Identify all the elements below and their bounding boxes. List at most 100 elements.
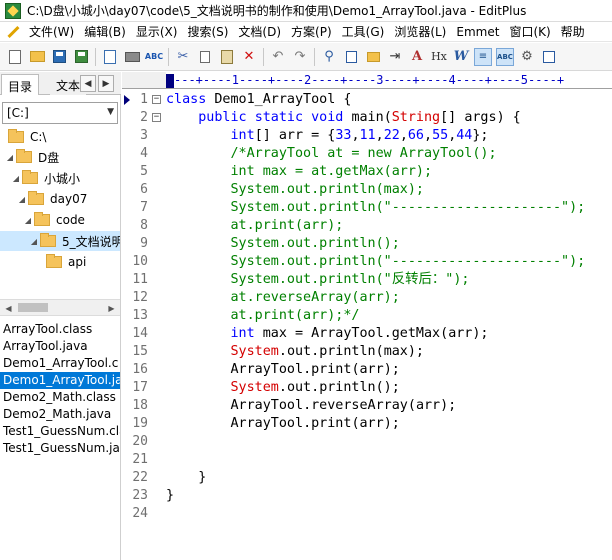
code-line[interactable]: 21 bbox=[122, 451, 612, 469]
code-line[interactable]: 20 bbox=[122, 433, 612, 451]
file-item[interactable]: Test1_GuessNum.cla bbox=[0, 423, 120, 440]
print-preview-icon[interactable] bbox=[101, 48, 119, 66]
tree-node-label: 小城小 bbox=[44, 171, 81, 186]
goto-icon[interactable]: ⇥ bbox=[386, 48, 404, 66]
tree-node-code[interactable]: ◢ code bbox=[22, 210, 85, 230]
fold-toggle-icon[interactable]: − bbox=[152, 95, 161, 104]
tab-scroll-left-icon[interactable]: ◀ bbox=[80, 75, 96, 92]
file-item[interactable]: ArrayTool.class bbox=[0, 321, 120, 338]
code-line[interactable]: 16 ArrayTool.print(arr); bbox=[122, 361, 612, 379]
toolbar-divider bbox=[314, 47, 315, 66]
menu-tools[interactable]: 工具(G) bbox=[337, 23, 390, 40]
file-item[interactable]: Demo2_Math.class bbox=[0, 389, 120, 406]
code-line[interactable]: 12 at.reverseArray(arr); bbox=[122, 289, 612, 307]
code-line[interactable]: 3 int[] arr = {33,11,22,66,55,44}; bbox=[122, 127, 612, 145]
tree-node-api[interactable]: api bbox=[46, 252, 86, 272]
collapse-arrow-icon[interactable]: ◢ bbox=[10, 174, 22, 183]
replace-icon[interactable] bbox=[342, 48, 360, 66]
code-editor[interactable]: ---+----1----+----2----+----3----+----4-… bbox=[122, 72, 612, 560]
scroll-left-icon[interactable]: ◀ bbox=[0, 300, 17, 316]
file-item[interactable]: Test1_GuessNum.ja bbox=[0, 440, 120, 457]
settings-icon[interactable]: ⚙ bbox=[518, 48, 536, 66]
code-area[interactable]: 1− class Demo1_ArrayTool {2− public stati… bbox=[122, 91, 612, 523]
menu-document[interactable]: 文档(D) bbox=[233, 23, 286, 40]
file-item[interactable]: Demo2_Math.java bbox=[0, 406, 120, 423]
font-icon[interactable]: A bbox=[408, 48, 426, 66]
drive-select[interactable]: [C:] ▼ bbox=[2, 102, 118, 124]
tree-node-xiaochengxiao[interactable]: ◢ 小城小 bbox=[10, 168, 80, 188]
tree-node-d[interactable]: ◢ D盘 bbox=[4, 147, 59, 167]
tree-horizontal-scrollbar[interactable]: ◀ ▶ bbox=[0, 299, 120, 316]
menu-file[interactable]: 文件(W) bbox=[24, 23, 79, 40]
tree-node-label: api bbox=[68, 255, 87, 269]
tab-directory[interactable]: 目录 bbox=[1, 74, 40, 95]
hex-icon[interactable]: Hx bbox=[430, 48, 448, 66]
code-line[interactable]: 18 ArrayTool.reverseArray(arr); bbox=[122, 397, 612, 415]
tree-node-day07[interactable]: ◢ day07 bbox=[16, 189, 87, 209]
save-all-icon[interactable] bbox=[72, 48, 90, 66]
copy-icon[interactable] bbox=[196, 48, 214, 66]
code-line[interactable]: 9 System.out.println(); bbox=[122, 235, 612, 253]
code-line[interactable]: 22 } bbox=[122, 469, 612, 487]
scroll-right-icon[interactable]: ▶ bbox=[103, 300, 120, 316]
code-line[interactable]: 11 System.out.println("反转后："); bbox=[122, 271, 612, 289]
cut-icon[interactable]: ✂ bbox=[174, 48, 192, 66]
new-file-icon[interactable] bbox=[6, 48, 24, 66]
code-text: ArrayTool.print(arr); bbox=[230, 362, 400, 377]
code-line[interactable]: 4 /*ArrayTool at = new ArrayTool(); bbox=[122, 145, 612, 163]
indent-icon[interactable]: ≡ bbox=[474, 47, 492, 66]
code-line[interactable]: 1− class Demo1_ArrayTool { bbox=[122, 91, 612, 109]
menu-window[interactable]: 窗口(K) bbox=[504, 23, 555, 40]
code-line[interactable]: 14 int max = ArrayTool.getMax(arr); bbox=[122, 325, 612, 343]
code-line[interactable]: 6 System.out.println(max); bbox=[122, 181, 612, 199]
menu-help[interactable]: 帮助 bbox=[556, 23, 590, 40]
file-item[interactable]: Demo1_ArrayTool.c bbox=[0, 355, 120, 372]
save-icon[interactable] bbox=[50, 48, 68, 66]
code-line[interactable]: 8 at.print(arr); bbox=[122, 217, 612, 235]
code-line[interactable]: 13 at.print(arr);*/ bbox=[122, 307, 612, 325]
code-line[interactable]: 7 System.out.println("------------------… bbox=[122, 199, 612, 217]
menu-edit[interactable]: 编辑(B) bbox=[79, 23, 131, 40]
collapse-arrow-icon[interactable]: ◢ bbox=[28, 237, 40, 246]
collapse-arrow-icon[interactable]: ◢ bbox=[16, 195, 28, 204]
file-item-selected[interactable]: Demo1_ArrayTool.ja bbox=[0, 372, 120, 389]
tree-node-doc-folder[interactable]: ◢ 5_文档说明 bbox=[0, 231, 120, 251]
layout-icon[interactable] bbox=[540, 48, 558, 66]
code-line[interactable]: 15 System.out.println(max); bbox=[122, 343, 612, 361]
menu-emmet[interactable]: Emmet bbox=[451, 25, 504, 39]
code-line[interactable]: 2− public static void main(String[] args… bbox=[122, 109, 612, 127]
tree-node-c-root[interactable]: C:\ bbox=[8, 127, 46, 147]
fold-toggle-icon[interactable]: − bbox=[152, 113, 161, 122]
code-line[interactable]: 24 bbox=[122, 505, 612, 523]
paste-icon[interactable] bbox=[218, 48, 236, 66]
menu-search[interactable]: 搜索(S) bbox=[182, 23, 233, 40]
toolbar: ABC ✂ ✕ ↶ ↷ ⚲ ⇥ A Hx W ≡ ABC ⚙ bbox=[0, 43, 612, 71]
tab-scroll-right-icon[interactable]: ▶ bbox=[98, 75, 114, 92]
scrollbar-thumb[interactable] bbox=[18, 303, 48, 312]
undo-icon[interactable]: ↶ bbox=[269, 48, 287, 66]
find-icon[interactable]: ⚲ bbox=[320, 48, 338, 66]
menu-browser[interactable]: 浏览器(L) bbox=[389, 23, 451, 40]
spell-abc-icon[interactable]: ABC bbox=[496, 47, 514, 66]
file-item[interactable]: ArrayTool.java bbox=[0, 338, 120, 355]
code-line[interactable]: 10 System.out.println("-----------------… bbox=[122, 253, 612, 271]
collapse-arrow-icon[interactable]: ◢ bbox=[4, 153, 16, 162]
redo-icon[interactable]: ↷ bbox=[291, 48, 309, 66]
delete-icon[interactable]: ✕ bbox=[240, 48, 258, 66]
code-text: System.out.println("--------------------… bbox=[166, 200, 586, 215]
toolbar-divider bbox=[95, 47, 96, 66]
collapse-arrow-icon[interactable]: ◢ bbox=[22, 216, 34, 225]
code-line[interactable]: 5 int max = at.getMax(arr); bbox=[122, 163, 612, 181]
code-line[interactable]: 17 System.out.println(); bbox=[122, 379, 612, 397]
drive-select-value: [C:] bbox=[7, 106, 29, 120]
print-icon[interactable] bbox=[123, 48, 141, 66]
code-line[interactable]: 23} bbox=[122, 487, 612, 505]
spell-check-icon[interactable]: ABC bbox=[145, 48, 163, 66]
code-line[interactable]: 19 ArrayTool.print(arr); bbox=[122, 415, 612, 433]
word-wrap-icon[interactable]: W bbox=[452, 48, 470, 66]
find-in-files-icon[interactable] bbox=[364, 48, 382, 66]
menu-project[interactable]: 方案(P) bbox=[286, 23, 337, 40]
menu-view[interactable]: 显示(X) bbox=[131, 23, 183, 40]
line-number: 9 bbox=[140, 236, 148, 251]
open-folder-icon[interactable] bbox=[28, 48, 46, 66]
